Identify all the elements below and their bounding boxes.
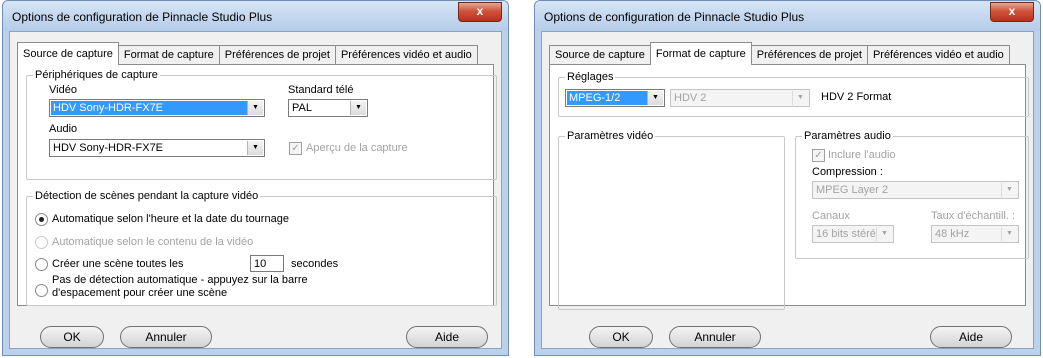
manual-label-line1: Pas de détection automatique - appuyez s… <box>52 274 308 286</box>
group-title: Réglages <box>565 71 616 83</box>
compression-select[interactable]: MPEG Layer 2 ▼ <box>812 181 1019 199</box>
tab-source-de-capture[interactable]: Source de capture <box>549 45 651 64</box>
tv-standard-label: Standard télé <box>288 84 354 96</box>
tab-format-de-capture[interactable]: Format de capture <box>117 45 220 64</box>
settings-group: Réglages MPEG-1/2 ▼ HDV 2 ▼ HDV 2 Format <box>558 71 1029 117</box>
group-title: Périphériques de capture <box>33 69 160 81</box>
audio-device-select[interactable]: HDV Sony-HDR-FX7E ▼ <box>49 139 265 157</box>
chevron-down-icon[interactable]: ▼ <box>1001 183 1017 197</box>
chevron-down-icon[interactable]: ▼ <box>647 91 663 105</box>
auto-time-label: Automatique selon l'heure et la date du … <box>52 213 289 225</box>
title-bar[interactable]: Options de configuration de Pinnacle Stu… <box>3 1 508 31</box>
close-icon: x <box>476 4 484 18</box>
compression-value: MPEG Layer 2 <box>816 184 889 196</box>
preset-value: HDV 2 <box>674 92 707 104</box>
dialog-client: Source de capture Format de capture Préfér… <box>541 31 1034 349</box>
audio-params-group: Paramètres audio ✓ Inclure l'audio Compr… <box>795 130 1029 259</box>
capture-devices-group: Périphériques de capture Vidéo HDV Sony-… <box>26 69 497 180</box>
audio-device-value: HDV Sony-HDR-FX7E <box>53 142 164 154</box>
tab-preferences-video-audio[interactable]: Préférences vidéo et audio <box>334 45 478 64</box>
tab-source-de-capture[interactable]: Source de capture <box>17 42 119 65</box>
channels-select[interactable]: 16 bits stéréo ▼ <box>812 225 894 243</box>
preset-select[interactable]: HDV 2 ▼ <box>670 89 810 107</box>
dialog-client: Source de capture Format de capture Préfér… <box>9 31 502 349</box>
ok-button[interactable]: OK <box>589 326 653 348</box>
preview-checkbox[interactable]: ✓ <box>289 142 302 155</box>
tab-format-de-capture[interactable]: Format de capture <box>649 42 752 65</box>
chevron-down-icon[interactable]: ▼ <box>247 141 263 155</box>
tab-strip: Source de capture Format de capture Préfér… <box>549 42 1010 65</box>
video-device-select[interactable]: HDV Sony-HDR-FX7E ▼ <box>49 99 265 117</box>
radio-every-seconds[interactable] <box>35 258 48 271</box>
video-device-value: HDV Sony-HDR-FX7E <box>51 101 247 115</box>
group-title: Détection de scènes pendant la capture v… <box>33 190 261 202</box>
preset-description: HDV 2 Format <box>821 91 892 103</box>
chevron-down-icon[interactable]: ▼ <box>247 101 263 115</box>
tab-panel: Réglages MPEG-1/2 ▼ HDV 2 ▼ HDV 2 Format… <box>549 64 1029 310</box>
window-title: Options de configuration de Pinnacle Stu… <box>12 10 273 24</box>
close-button[interactable]: x <box>458 2 502 22</box>
compression-label: Compression : <box>812 166 883 178</box>
ok-button[interactable]: OK <box>40 326 104 348</box>
close-button[interactable]: x <box>990 2 1034 22</box>
tab-preferences-projet[interactable]: Préférences de projet <box>750 45 868 64</box>
chevron-down-icon[interactable]: ▼ <box>350 101 366 115</box>
tab-preferences-projet[interactable]: Préférences de projet <box>218 45 336 64</box>
help-button[interactable]: Aide <box>406 326 488 348</box>
capture-options-dialog-source: Options de configuration de Pinnacle Stu… <box>2 0 509 356</box>
radio-auto-time[interactable] <box>35 213 48 226</box>
video-params-group: Paramètres vidéo <box>558 130 785 310</box>
tab-strip: Source de capture Format de capture Préfér… <box>17 42 478 65</box>
tab-panel: Périphériques de capture Vidéo HDV Sony-… <box>17 64 497 306</box>
cancel-button[interactable]: Annuler <box>120 326 212 348</box>
group-title: Paramètres vidéo <box>565 130 656 142</box>
preview-label: Aperçu de la capture <box>306 142 408 154</box>
audio-label: Audio <box>49 123 78 135</box>
tv-standard-value: PAL <box>292 102 312 114</box>
include-audio-checkbox[interactable]: ✓ <box>812 149 825 162</box>
seconds-input[interactable]: 10 <box>250 255 284 272</box>
tab-preferences-video-audio[interactable]: Préférences vidéo et audio <box>866 45 1010 64</box>
manual-label-line2: d'espacement pour créer une scène <box>52 287 228 299</box>
auto-content-label: Automatique selon le contenu de la vidéo <box>52 236 254 248</box>
close-icon: x <box>1008 4 1016 18</box>
channels-label: Canaux <box>812 210 850 222</box>
group-title: Paramètres audio <box>802 130 893 142</box>
title-bar[interactable]: Options de configuration de Pinnacle Stu… <box>535 1 1040 31</box>
scene-detection-group: Détection de scènes pendant la capture v… <box>26 190 497 306</box>
chevron-down-icon[interactable]: ▼ <box>792 91 808 105</box>
format-value: MPEG-1/2 <box>567 91 647 105</box>
sample-rate-label: Taux d'échantill. : <box>931 210 1016 222</box>
cancel-button[interactable]: Annuler <box>669 326 761 348</box>
help-button[interactable]: Aide <box>930 326 1012 348</box>
capture-options-dialog-format: Options de configuration de Pinnacle Stu… <box>534 0 1041 356</box>
include-audio-label: Inclure l'audio <box>828 149 896 161</box>
radio-auto-content[interactable] <box>35 236 48 249</box>
sample-rate-select[interactable]: 48 kHz ▼ <box>931 225 1019 243</box>
radio-manual[interactable] <box>35 284 48 297</box>
format-select[interactable]: MPEG-1/2 ▼ <box>565 89 665 107</box>
video-label: Vidéo <box>49 84 77 96</box>
chevron-down-icon[interactable]: ▼ <box>876 227 892 241</box>
every-seconds-label: Créer une scène toutes les <box>52 258 184 270</box>
seconds-label: secondes <box>291 258 339 270</box>
tv-standard-select[interactable]: PAL ▼ <box>288 99 368 117</box>
window-title: Options de configuration de Pinnacle Stu… <box>544 10 805 24</box>
sample-rate-value: 48 kHz <box>935 228 970 240</box>
channels-value: 16 bits stéréo <box>816 228 876 240</box>
chevron-down-icon[interactable]: ▼ <box>1001 227 1017 241</box>
